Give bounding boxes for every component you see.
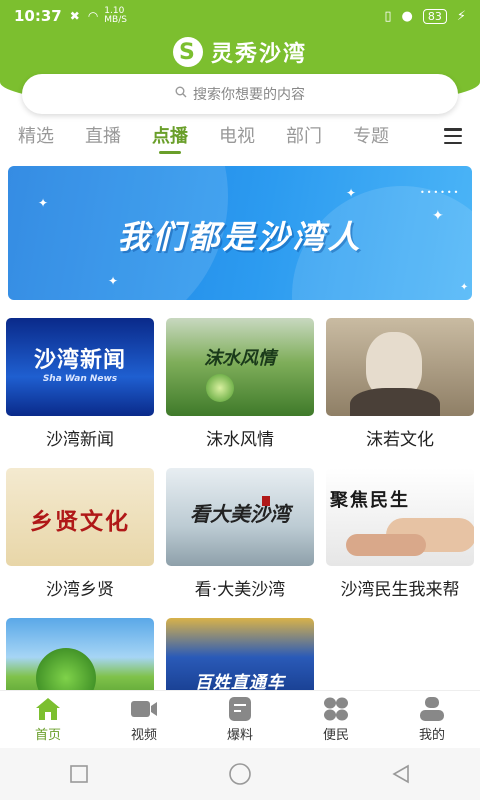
category-tabs: 精选 直播 点播 电视 部门 专题 [0,120,480,156]
back-icon[interactable] [390,763,412,785]
program-title: 沙湾新闻 [46,430,114,450]
tab-on-demand[interactable]: 点播 [152,122,188,154]
network-speed-unit: MB/S [104,15,127,25]
program-card[interactable]: 沙湾新闻 Sha Wan News 沙湾新闻 [6,318,154,450]
nav-services[interactable]: 便民 [288,691,384,748]
thumbnail-title: 沙湾新闻 [33,348,126,373]
program-thumbnail: 沙湾新闻 Sha Wan News [6,318,154,416]
app-title: 灵秀沙湾 [210,42,307,67]
program-thumbnail: 沫水风情 [166,318,314,416]
home-circle-icon[interactable] [227,761,253,787]
program-title: 沫若文化 [366,430,434,450]
tab-live[interactable]: 直播 [85,122,121,154]
program-thumbnail: 聚焦民生 [326,468,474,566]
nav-video-label: 视频 [130,728,157,743]
program-title: 沫水风情 [206,430,274,450]
status-time: 10:37 [14,7,62,25]
nav-report[interactable]: 爆料 [192,691,288,748]
network-speed: 1.10 MB/S [104,7,127,25]
tab-departments[interactable]: 部门 [286,122,322,154]
tab-featured[interactable]: 精选 [18,122,54,154]
nav-home-label: 首页 [34,728,61,743]
wifi-icon: ◠ [87,9,99,23]
search-placeholder: 搜索你想要的内容 [193,87,305,103]
program-thumbnail [326,318,474,416]
program-card[interactable]: 沫水风情 沫水风情 [166,318,314,450]
program-thumbnail: 乡贤文化 [6,468,154,566]
sparkle-icon: ✦ [460,282,469,293]
report-icon [229,697,251,721]
sparkle-icon: ✦ [108,274,119,288]
nav-profile[interactable]: 我的 [384,691,480,748]
recent-apps-icon[interactable] [68,763,90,785]
thumbnail-subtitle: Sha Wan News [42,374,118,384]
nav-home[interactable]: 首页 [0,691,96,748]
sparkle-icon: ✦ [346,186,357,200]
promo-banner[interactable]: ✦ ✦ ✦ ✦ ✦ •••••• 我们都是沙湾人 [8,166,472,300]
profile-icon [420,697,444,721]
thumbnail-title: 乡贤文化 [30,509,130,535]
thumbnail-title: 聚焦民生 [330,490,410,511]
status-bar: 10:37 ✖ ◠ 1.10 MB/S ▯ ● 83 ⚡ [0,0,480,32]
location-icon: ● [401,8,413,24]
thumbnail-title: 沫水风情 [204,348,276,369]
banner-text: 我们都是沙湾人 [117,218,363,256]
nav-report-label: 爆料 [226,728,253,743]
dots-decoration: •••••• [420,188,461,197]
program-thumbnail: 看大美沙湾 [166,468,314,566]
services-icon [324,697,348,721]
menu-icon[interactable] [444,128,462,144]
nav-video[interactable]: 视频 [96,691,192,748]
thumbnail-title: 看大美沙湾 [190,502,290,526]
program-card[interactable]: 看大美沙湾 看·大美沙湾 [166,468,314,600]
program-card[interactable]: 聚焦民生 沙湾民生我来帮 [326,468,474,600]
app-logo: S 灵秀沙湾 [0,36,480,68]
program-title: 沙湾乡贤 [46,580,114,600]
tab-tv[interactable]: 电视 [219,122,255,154]
search-input[interactable]: 搜索你想要的内容 [22,74,458,114]
home-icon [36,698,60,720]
program-title: 看·大美沙湾 [194,580,286,600]
charging-icon: ⚡ [456,8,466,24]
sparkle-icon: ✦ [38,196,49,210]
program-title: 沙湾民生我来帮 [340,580,460,600]
search-icon [175,86,187,102]
tab-topics[interactable]: 专题 [353,122,389,154]
bottom-navigation: 首页 视频 爆料 便民 我的 [0,690,480,748]
notification-icon: ✖ [69,9,80,23]
battery-indicator: 83 [422,8,447,24]
video-icon [131,701,157,717]
nav-profile-label: 我的 [418,728,445,743]
nav-services-label: 便民 [322,728,349,743]
logo-mark-icon: S [172,37,203,67]
vibrate-icon: ▯ [384,8,392,24]
system-navigation-bar [0,748,480,800]
program-card[interactable]: 乡贤文化 沙湾乡贤 [6,468,154,600]
program-card[interactable]: 沫若文化 [326,318,474,450]
